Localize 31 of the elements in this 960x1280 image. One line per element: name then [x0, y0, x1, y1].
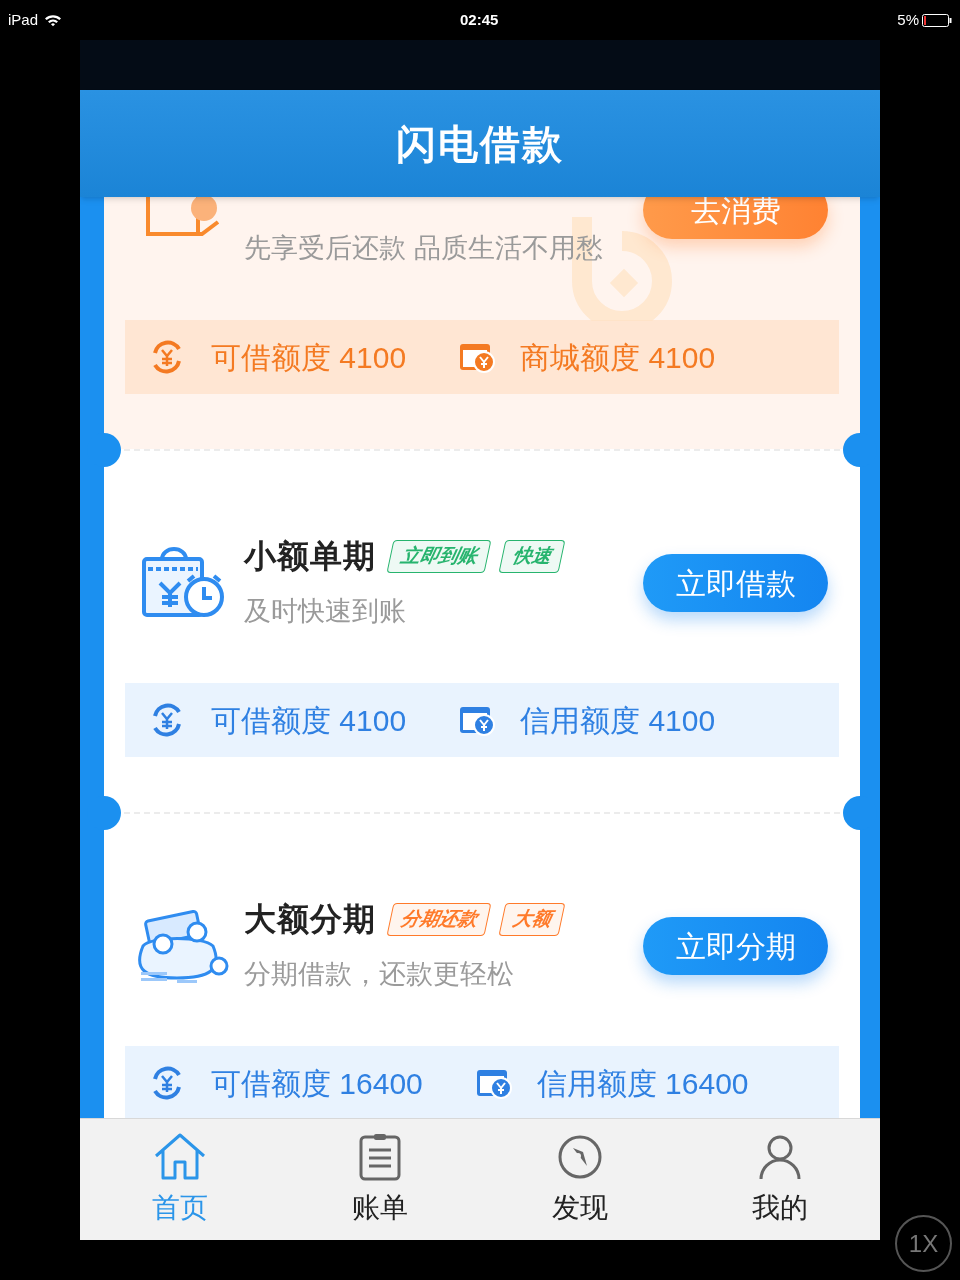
product-subtitle: 及时快速到账 — [244, 594, 407, 628]
feature-tag: 立即到账 — [386, 539, 492, 572]
zoom-button[interactable]: 1X — [895, 1215, 952, 1272]
quota-label: 可借额度 4100 — [211, 339, 407, 376]
battery-percent: 5% — [897, 9, 919, 30]
quota-label: 商城额度 4100 — [520, 339, 716, 376]
product-title: 小额单期 — [244, 536, 376, 576]
wifi-icon — [44, 13, 63, 27]
wallet-icon — [458, 704, 497, 736]
apply-button[interactable]: 立即分期 — [643, 917, 828, 975]
product-subtitle: 分期借款，还款更轻松 — [244, 957, 515, 991]
wallet-icon — [458, 341, 497, 373]
wallet-icon — [474, 1067, 513, 1099]
apply-button[interactable]: 立即借款 — [643, 554, 828, 612]
tab-item[interactable]: 发现 — [480, 1119, 680, 1240]
tab-item[interactable]: 首页 — [80, 1119, 280, 1240]
feature-tag: 快速 — [498, 539, 566, 572]
page-title: 闪电借款 — [396, 120, 564, 168]
device-name: iPad — [8, 9, 39, 30]
product-title: 大额分期 — [244, 899, 376, 939]
quota-label: 可借额度 16400 — [211, 1065, 423, 1102]
quota-label: 信用额度 4100 — [520, 702, 716, 739]
feature-tag: 大额 — [498, 902, 566, 935]
tab-item[interactable]: 我的 — [680, 1119, 880, 1240]
clock: 02:45 — [460, 9, 499, 30]
tab-item[interactable]: 账单 — [280, 1119, 480, 1240]
quota-label: 信用额度 16400 — [536, 1065, 749, 1102]
battery-icon — [922, 13, 952, 27]
quota-label: 可借额度 4100 — [211, 702, 407, 739]
feature-tag: 分期还款 — [386, 902, 492, 935]
product-subtitle: 先享受后还款 品质生活不用愁 — [244, 231, 603, 265]
